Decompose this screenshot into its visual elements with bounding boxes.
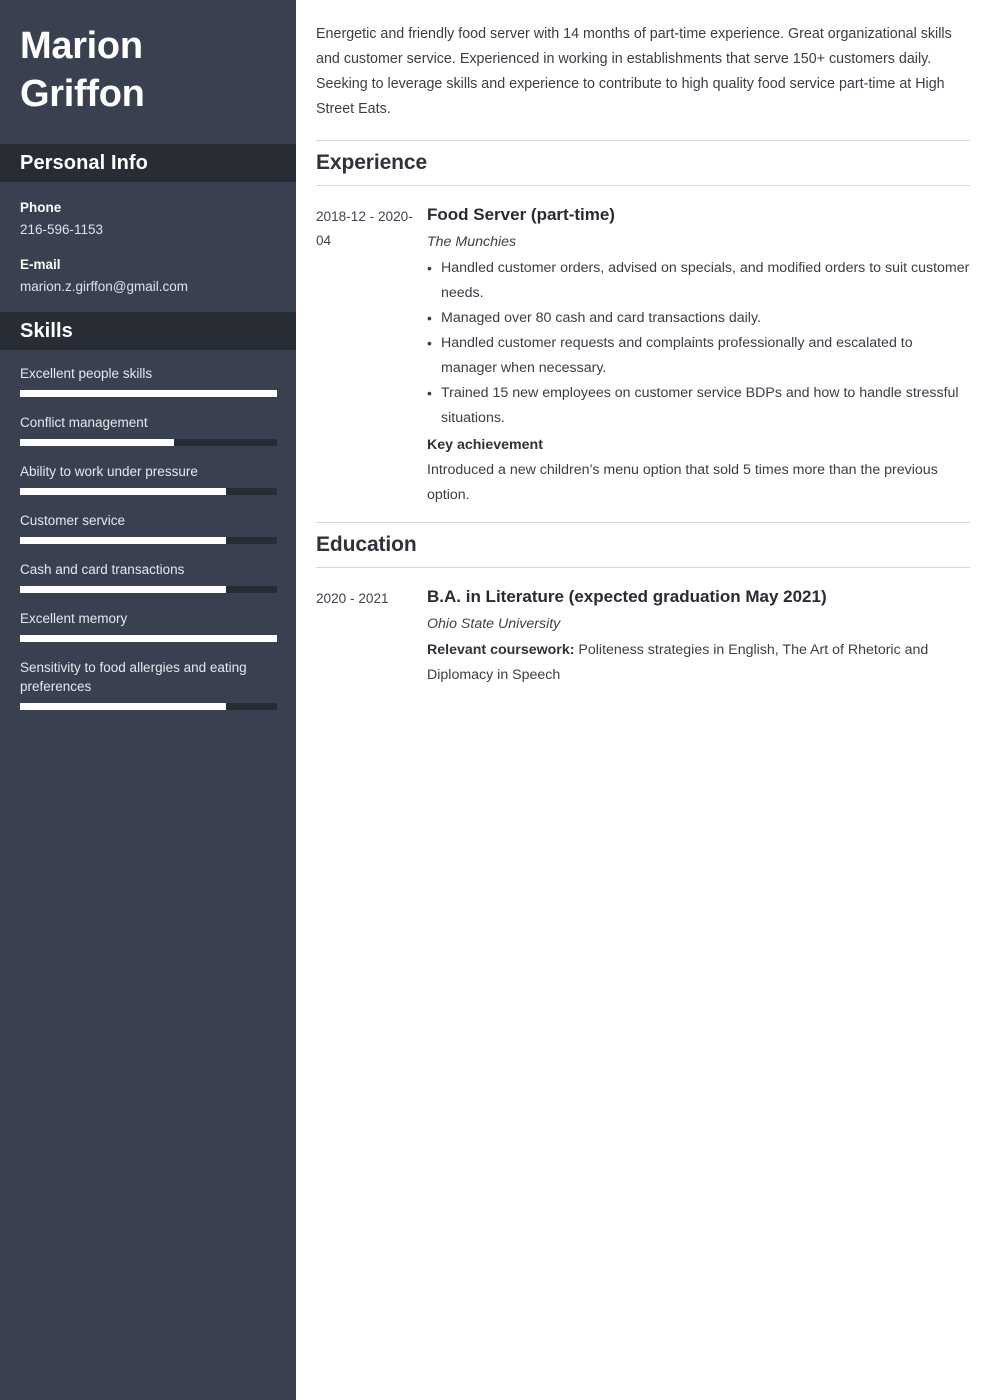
skill-level-fill bbox=[20, 488, 226, 495]
personal-info-item-email: E-mail marion.z.girffon@gmail.com bbox=[20, 255, 276, 297]
skill-level-fill bbox=[20, 635, 277, 642]
experience-entry-bullets: Handled customer orders, advised on spec… bbox=[427, 256, 970, 431]
personal-info-header: Personal Info bbox=[0, 144, 296, 182]
skill-item: Excellent people skills bbox=[20, 364, 277, 397]
personal-info-item-phone: Phone 216-596-1153 bbox=[20, 198, 276, 240]
skill-label: Excellent people skills bbox=[20, 366, 153, 381]
skill-item: Conflict management bbox=[20, 413, 277, 446]
skill-label: Excellent memory bbox=[20, 611, 128, 626]
experience-heading: Experience bbox=[316, 151, 428, 174]
skill-level-track bbox=[20, 703, 277, 710]
skill-level-track bbox=[20, 488, 277, 495]
key-achievement-label: Key achievement bbox=[427, 437, 543, 453]
skill-level-track bbox=[20, 390, 277, 397]
candidate-name: Marion Griffon bbox=[0, 0, 296, 144]
bullet-item: Handled customer orders, advised on spec… bbox=[427, 256, 970, 306]
skill-level-track bbox=[20, 537, 277, 544]
education-heading: Education bbox=[316, 533, 417, 556]
relevant-coursework: Relevant coursework: Politeness strategi… bbox=[427, 638, 970, 688]
personal-info-heading: Personal Info bbox=[20, 151, 148, 174]
experience-entry-title: Food Server (part-time) bbox=[427, 205, 615, 224]
education-entry-body: B.A. in Literature (expected graduation … bbox=[427, 584, 970, 688]
skill-level-track bbox=[20, 586, 277, 593]
skill-label: Conflict management bbox=[20, 415, 148, 430]
experience-section: Experience 2018-12 - 2020-04 Food Server… bbox=[316, 140, 970, 508]
bullet-item: Managed over 80 cash and card transactio… bbox=[427, 306, 970, 331]
sidebar: Marion Griffon Personal Info Phone 216-5… bbox=[0, 0, 296, 1400]
email-label: E-mail bbox=[20, 257, 61, 272]
skills-header: Skills bbox=[0, 312, 296, 350]
education-section: Education 2020 - 2021 B.A. in Literature… bbox=[316, 522, 970, 688]
education-entry-organization: Ohio State University bbox=[427, 616, 561, 632]
education-section-header: Education bbox=[316, 522, 970, 568]
skill-label: Cash and card transactions bbox=[20, 562, 185, 577]
skill-label: Ability to work under pressure bbox=[20, 464, 198, 479]
experience-entry-body: Food Server (part-time) The Munchies Han… bbox=[427, 202, 970, 508]
skill-item: Ability to work under pressure bbox=[20, 462, 277, 495]
phone-value: 216-596-1153 bbox=[20, 222, 104, 237]
personal-info-body: Phone 216-596-1153 E-mail marion.z.girff… bbox=[0, 182, 296, 297]
skill-level-fill bbox=[20, 537, 226, 544]
name-first: Marion bbox=[20, 25, 143, 67]
experience-entry: 2018-12 - 2020-04 Food Server (part-time… bbox=[316, 202, 970, 508]
resume-page: Marion Griffon Personal Info Phone 216-5… bbox=[0, 0, 990, 1400]
skill-level-fill bbox=[20, 390, 277, 397]
experience-section-header: Experience bbox=[316, 140, 970, 186]
skill-item: Excellent memory bbox=[20, 609, 277, 642]
bullet-item: Trained 15 new employees on customer ser… bbox=[427, 381, 970, 431]
coursework-label: Relevant coursework: bbox=[427, 642, 575, 658]
education-entry-dates: 2020 - 2021 bbox=[316, 591, 389, 606]
bullet-item: Handled customer requests and complaints… bbox=[427, 331, 970, 381]
main-content: Energetic and friendly food server with … bbox=[296, 0, 990, 1400]
skill-item: Sensitivity to food allergies and eating… bbox=[20, 658, 277, 710]
skill-level-track bbox=[20, 439, 277, 446]
education-entry: 2020 - 2021 B.A. in Literature (expected… bbox=[316, 584, 970, 688]
skill-level-fill bbox=[20, 586, 226, 593]
experience-entry-organization: The Munchies bbox=[427, 234, 517, 250]
skill-level-fill bbox=[20, 703, 226, 710]
skill-item: Customer service bbox=[20, 511, 277, 544]
name-last: Griffon bbox=[20, 73, 145, 115]
key-achievement-text: Introduced a new children’s menu option … bbox=[427, 462, 938, 503]
email-value: marion.z.girffon@gmail.com bbox=[20, 279, 189, 294]
skill-label: Customer service bbox=[20, 513, 126, 528]
phone-label: Phone bbox=[20, 200, 62, 215]
skill-label: Sensitivity to food allergies and eating… bbox=[20, 660, 247, 694]
skill-item: Cash and card transactions bbox=[20, 560, 277, 593]
education-entry-title: B.A. in Literature (expected graduation … bbox=[427, 587, 827, 606]
skills-list: Excellent people skills Conflict managem… bbox=[0, 350, 296, 710]
professional-summary: Energetic and friendly food server with … bbox=[316, 26, 952, 117]
experience-entry-dates: 2018-12 - 2020-04 bbox=[316, 209, 413, 248]
skill-level-track bbox=[20, 635, 277, 642]
skills-heading: Skills bbox=[20, 319, 73, 342]
skill-level-fill bbox=[20, 439, 175, 446]
